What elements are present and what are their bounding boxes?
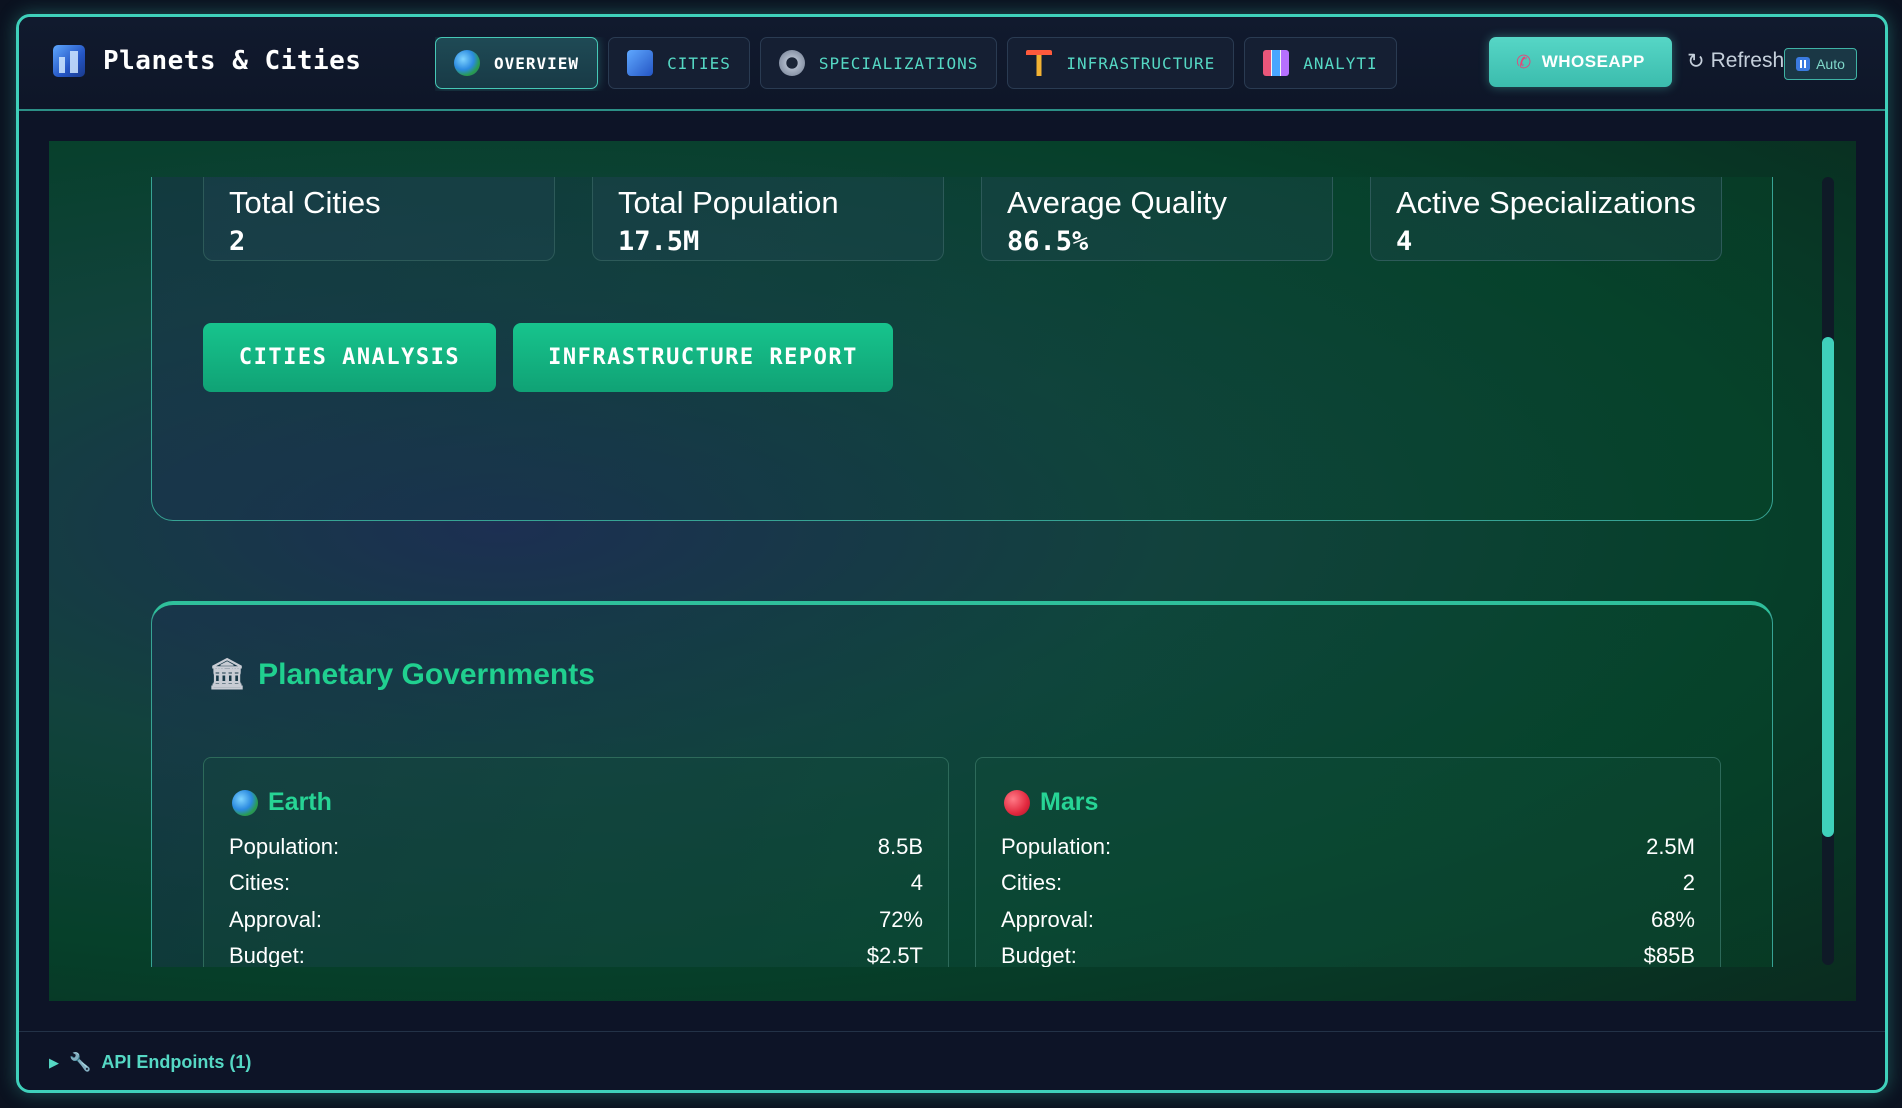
stat-card-total-population: Total Population 17.5M <box>592 177 944 261</box>
tab-label: OVERVIEW <box>494 53 580 73</box>
governments-panel: 🏛 Planetary Governments Earth Population… <box>151 601 1773 967</box>
city-icon <box>627 50 654 76</box>
scrollbar[interactable] <box>1822 177 1834 965</box>
tab-cities[interactable]: CITIES <box>608 37 750 89</box>
stat-row: Approval: 72% <box>229 907 923 937</box>
api-endpoints-label: API Endpoints (1) <box>101 1052 252 1072</box>
main-content: Total Cities 2 Total Population 17.5M Av… <box>49 141 1856 1001</box>
top-bar: Planets & Cities OVERVIEW CITIES SPECIAL… <box>19 17 1885 111</box>
planet-name-text: Earth <box>268 788 332 816</box>
stat-card-average-quality: Average Quality 86.5% <box>981 177 1333 261</box>
tab-label: INFRASTRUCTURE <box>1066 53 1216 73</box>
bar-chart-icon <box>1263 50 1290 76</box>
planet-name-text: Mars <box>1040 788 1099 816</box>
scrollbar-thumb[interactable] <box>1822 337 1834 837</box>
tab-analytics[interactable]: ANALYTI <box>1244 37 1397 89</box>
row-label: Budget: <box>1001 943 1077 967</box>
planet-name: Earth <box>232 788 332 817</box>
refresh-icon: ↻ <box>1687 50 1705 73</box>
row-value: 72% <box>878 907 923 932</box>
whoseapp-label: WHOSEAPP <box>1541 52 1645 71</box>
row-value: 4 <box>910 870 923 895</box>
app-window: Planets & Cities OVERVIEW CITIES SPECIAL… <box>16 14 1888 1093</box>
stat-label: Total Cities <box>229 185 381 220</box>
row-label: Population: <box>229 834 340 859</box>
cities-analysis-button[interactable]: CITIES ANALYSIS <box>203 323 496 392</box>
row-value: 8.5B <box>877 834 923 859</box>
tab-specializations[interactable]: SPECIALIZATIONS <box>759 37 998 89</box>
planet-card-earth: Earth Population: 8.5B Cities: 4 Approva… <box>203 757 949 967</box>
tab-label: CITIES <box>667 53 731 73</box>
stat-value: 4 <box>1396 226 1413 257</box>
stat-value: 86.5% <box>1007 226 1089 257</box>
tab-label: SPECIALIZATIONS <box>818 53 979 73</box>
section-title: 🏛 Planetary Governments <box>208 657 595 692</box>
phone-icon: ✆ <box>1516 51 1532 72</box>
stat-value: 17.5M <box>618 226 700 257</box>
globe-icon <box>454 50 480 76</box>
auto-refresh-toggle[interactable]: Auto <box>1784 48 1857 80</box>
row-value: 2 <box>1682 870 1695 895</box>
section-title-text: Planetary Governments <box>258 657 595 691</box>
row-label: Population: <box>1001 834 1112 859</box>
red-planet-icon <box>1004 789 1030 816</box>
stat-row: Cities: 2 <box>1001 870 1695 900</box>
tab-infrastructure[interactable]: INFRASTRUCTURE <box>1007 37 1235 89</box>
app-title: Planets & Cities <box>103 46 362 76</box>
stat-label: Total Population <box>618 185 839 220</box>
row-label: Cities: <box>1001 870 1063 895</box>
government-building-icon: 🏛 <box>208 658 247 691</box>
stat-row: Budget: $85B <box>1001 943 1695 967</box>
wrench-icon: 🔧 <box>69 1052 92 1072</box>
brand: Planets & Cities <box>53 45 361 77</box>
stat-label: Average Quality <box>1007 185 1227 220</box>
scroll-area[interactable]: Total Cities 2 Total Population 17.5M Av… <box>49 177 1819 967</box>
row-label: Approval: <box>1001 907 1094 932</box>
refresh-button[interactable]: ↻ Refresh <box>1687 49 1784 74</box>
planet-name: Mars <box>1004 788 1098 817</box>
row-value: 2.5M <box>1646 834 1695 859</box>
globe-icon <box>232 789 258 816</box>
stat-row: Population: 2.5M <box>1001 834 1695 864</box>
tab-bar: OVERVIEW CITIES SPECIALIZATIONS INFRASTR… <box>435 37 1409 91</box>
stat-value: 2 <box>229 226 246 257</box>
city-icon <box>53 45 85 77</box>
row-label: Cities: <box>229 870 291 895</box>
row-value: 68% <box>1650 907 1695 932</box>
row-label: Approval: <box>229 907 322 932</box>
tab-label: ANALYTI <box>1303 53 1378 73</box>
stat-label: Active Specializations <box>1396 185 1696 220</box>
row-value: $85B <box>1643 943 1695 967</box>
stat-row: Cities: 4 <box>229 870 923 900</box>
row-label: Budget: <box>229 943 305 967</box>
refresh-label: Refresh <box>1710 49 1785 72</box>
planet-card-mars: Mars Population: 2.5M Cities: 2 Approval… <box>975 757 1721 967</box>
footer: ▶ 🔧 API Endpoints (1) <box>19 1031 1885 1090</box>
auto-label: Auto <box>1816 56 1845 72</box>
stat-row: Budget: $2.5T <box>229 943 923 967</box>
stat-row: Population: 8.5B <box>229 834 923 864</box>
crane-icon <box>1026 50 1053 76</box>
tab-overview[interactable]: OVERVIEW <box>435 37 599 89</box>
row-value: $2.5T <box>866 943 923 967</box>
stat-row: Approval: 68% <box>1001 907 1695 937</box>
stat-card-total-cities: Total Cities 2 <box>203 177 555 261</box>
api-endpoints-toggle[interactable]: ▶ 🔧 API Endpoints (1) <box>49 1052 251 1073</box>
pause-icon <box>1796 57 1811 71</box>
whoseapp-button[interactable]: ✆ WHOSEAPP <box>1489 37 1672 87</box>
infrastructure-report-button[interactable]: INFRASTRUCTURE REPORT <box>513 323 893 392</box>
stat-card-active-specializations: Active Specializations 4 <box>1370 177 1722 261</box>
gear-icon <box>778 50 805 76</box>
overview-panel: Total Cities 2 Total Population 17.5M Av… <box>151 177 1773 521</box>
expand-triangle-icon: ▶ <box>49 1054 59 1070</box>
